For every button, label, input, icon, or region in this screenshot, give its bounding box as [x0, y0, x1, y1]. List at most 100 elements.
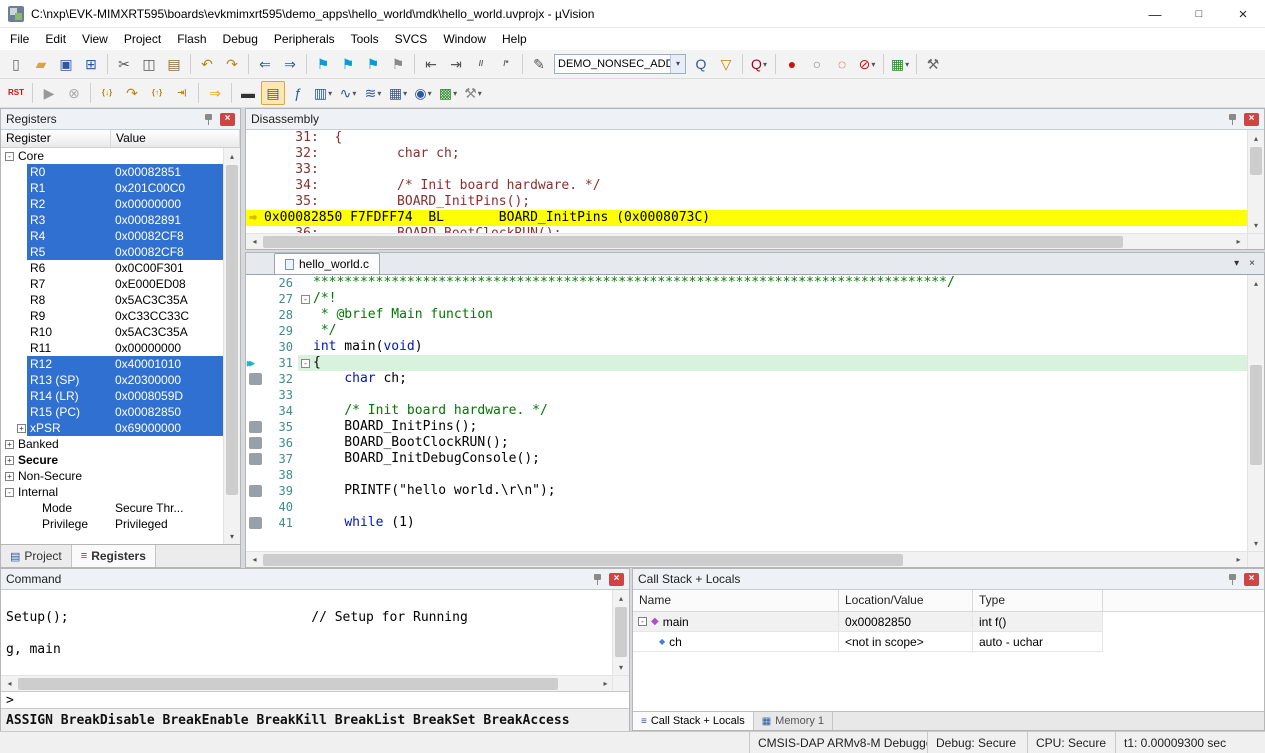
register-row-banked[interactable]: +Banked [1, 436, 223, 452]
fold-minus-icon[interactable]: - [301, 295, 310, 304]
menu-flash[interactable]: Flash [169, 30, 214, 48]
tab-hello-world-c[interactable]: hello_world.c [274, 253, 380, 274]
scroll-down-icon[interactable]: ▾ [1248, 217, 1264, 233]
save-all-button[interactable]: ⊞ [79, 52, 103, 76]
editor-line-29[interactable]: 29 */ [246, 323, 1247, 339]
command-hscrollbar[interactable]: ◂ ▸ [1, 675, 614, 691]
code-text[interactable]: BOARD_InitPins(); [313, 419, 1247, 435]
command-vscrollbar[interactable]: ▴ ▾ [612, 590, 629, 675]
register-row-r4[interactable]: R40x00082CF8 [1, 228, 223, 244]
uncomment-button[interactable]: /* [494, 52, 518, 76]
command-functions-bar[interactable]: ASSIGN BreakDisable BreakEnable BreakKil… [1, 709, 629, 732]
register-row-r14-lr[interactable]: R14 (LR)0x0008059D [1, 388, 223, 404]
scroll-right-icon[interactable]: ▸ [1230, 234, 1247, 250]
pin-icon[interactable] [593, 573, 602, 586]
step-over-button[interactable]: ↷ [120, 81, 144, 105]
editor-line-40[interactable]: 40 [246, 499, 1247, 515]
close-button[interactable]: × [1221, 0, 1265, 28]
bookmark-prev-button[interactable]: ⚑ [336, 52, 360, 76]
tab-call-stack-locals[interactable]: ≡Call Stack + Locals [633, 712, 754, 730]
expand-minus-icon[interactable]: - [5, 488, 14, 497]
new-file-button[interactable]: ▯ [4, 52, 28, 76]
editor-line-35[interactable]: 35 BOARD_InitPins(); [246, 419, 1247, 435]
disassembly-vscrollbar[interactable]: ▴ ▾ [1247, 130, 1264, 233]
editor-line-39[interactable]: 39 PRINTF("hello world.\r\n"); [246, 483, 1247, 499]
redo-button[interactable]: ↷ [220, 52, 244, 76]
scroll-down-icon[interactable]: ▾ [613, 659, 629, 675]
tab-memory-1[interactable]: ▦Memory 1 [754, 712, 833, 730]
dropdown-arrow-icon[interactable]: ▾ [871, 60, 875, 69]
column-location-value[interactable]: Location/Value [839, 590, 973, 611]
tab-close-icon[interactable]: × [1249, 258, 1255, 269]
tree-expander[interactable]: - [5, 152, 18, 161]
register-row-r5[interactable]: R50x00082CF8 [1, 244, 223, 260]
editor-vscrollbar[interactable]: ▴ ▾ [1247, 275, 1264, 551]
quick-search-button[interactable]: Q▾ [747, 52, 771, 76]
bookmark-toggle-button[interactable]: ⚑ [311, 52, 335, 76]
disassembly-line[interactable]: 34: /* Init board hardware. */ [246, 178, 1247, 194]
tree-expander[interactable]: + [5, 440, 18, 449]
editor-line-31[interactable]: ▶▶31-{ [246, 355, 1247, 371]
step-out-button[interactable]: {↑} [145, 81, 169, 105]
copy-button[interactable]: ◫ [137, 52, 161, 76]
dropdown-arrow-icon[interactable]: ▾ [328, 89, 332, 98]
menu-debug[interactable]: Debug [215, 30, 266, 48]
run-to-cursor-button[interactable]: ⇥| [170, 81, 194, 105]
tab-project[interactable]: ▤Project [1, 545, 72, 567]
editor-line-28[interactable]: 28 * @brief Main function [246, 307, 1247, 323]
scrollbar-thumb[interactable] [263, 236, 1123, 248]
scrollbar-thumb[interactable] [18, 678, 558, 690]
scroll-up-icon[interactable]: ▴ [1248, 130, 1264, 146]
serial-windows-button[interactable]: ▥▾ [311, 81, 335, 105]
dropdown-arrow-icon[interactable]: ▾ [428, 89, 432, 98]
show-next-statement-button[interactable]: ⇒ [203, 81, 227, 105]
panel-close-icon[interactable]: × [220, 113, 235, 126]
fold-margin[interactable]: - [298, 355, 313, 371]
register-row-non-secure[interactable]: +Non-Secure [1, 468, 223, 484]
breakpoint-enable-button[interactable]: ○ [805, 52, 829, 76]
menu-project[interactable]: Project [116, 30, 169, 48]
undo-button[interactable]: ↶ [195, 52, 219, 76]
watch-windows-button[interactable]: ◉▾ [411, 81, 435, 105]
expand-minus-icon[interactable]: - [638, 617, 647, 626]
menu-tools[interactable]: Tools [343, 30, 387, 48]
register-row-r9[interactable]: R90xC33CC33C [1, 308, 223, 324]
open-folder-button[interactable]: ▰ [29, 52, 53, 76]
scrollbar-thumb[interactable] [263, 554, 903, 566]
menu-peripherals[interactable]: Peripherals [266, 30, 343, 48]
register-row-r0[interactable]: R00x00082851 [1, 164, 223, 180]
register-row-r3[interactable]: R30x00082891 [1, 212, 223, 228]
register-row-r8[interactable]: R80x5AC3C35A [1, 292, 223, 308]
code-text[interactable]: /* Init board hardware. */ [313, 403, 1247, 419]
find-in-files-button[interactable]: Q [689, 52, 713, 76]
file-filter-button[interactable]: ▽ [714, 52, 738, 76]
analysis-windows-button[interactable]: ∿▾ [336, 81, 360, 105]
memory-windows-button[interactable]: ▦▾ [386, 81, 410, 105]
column-value[interactable]: Value [111, 130, 240, 147]
tab-list-dropdown-icon[interactable]: ▾ [1234, 258, 1239, 269]
dropdown-arrow-icon[interactable]: ▾ [453, 89, 457, 98]
register-row-mode[interactable]: ModeSecure Thr... [1, 500, 223, 516]
scroll-up-icon[interactable]: ▴ [1248, 275, 1264, 291]
dropdown-arrow-icon[interactable]: ▾ [403, 89, 407, 98]
callstack-row-ch[interactable]: ◆ch<not in scope>auto - uchar [633, 632, 1264, 652]
scrollbar-track[interactable] [18, 676, 597, 692]
scroll-up-icon[interactable]: ▴ [613, 590, 629, 606]
symbols-window-button[interactable]: ƒ [286, 81, 310, 105]
disassembly-line[interactable]: 35: BOARD_InitPins(); [246, 194, 1247, 210]
run-button[interactable]: ▶ [37, 81, 61, 105]
disassembly-line[interactable]: 31: { [246, 130, 1247, 146]
register-row-r15-pc[interactable]: R15 (PC)0x00082850 [1, 404, 223, 420]
register-row-r10[interactable]: R100x5AC3C35A [1, 324, 223, 340]
bookmark-clear-button[interactable]: ⚑ [386, 52, 410, 76]
register-row-r13-sp[interactable]: R13 (SP)0x20300000 [1, 372, 223, 388]
system-viewer-button[interactable]: ▩▾ [436, 81, 460, 105]
dropdown-arrow-icon[interactable]: ▾ [352, 89, 356, 98]
editor-hscrollbar[interactable]: ◂ ▸ [246, 551, 1247, 567]
code-text[interactable]: BOARD_InitDebugConsole(); [313, 451, 1247, 467]
breakpoint-disable-all-button[interactable]: ◌ [830, 52, 854, 76]
fold-minus-icon[interactable]: - [301, 359, 310, 368]
navigate-forward-button[interactable]: ⇒ [278, 52, 302, 76]
editor-line-32[interactable]: 32 char ch; [246, 371, 1247, 387]
target-options-button[interactable]: ✎ [527, 52, 551, 76]
